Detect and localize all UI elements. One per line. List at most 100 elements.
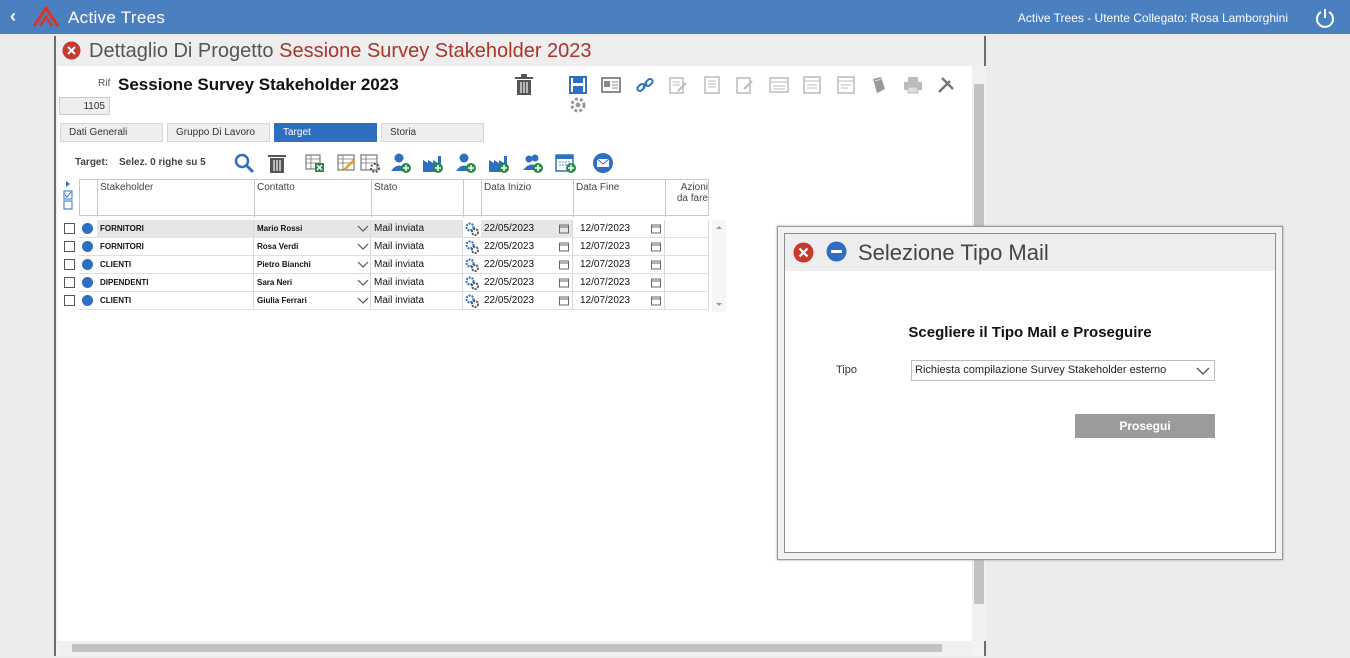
calendar-icon[interactable] <box>651 224 661 234</box>
row-checkbox[interactable] <box>64 295 75 306</box>
horizontal-scrollbar[interactable] <box>58 641 970 655</box>
table-row[interactable]: FORNITORI Rosa Verdi Mail inviata 22/05/… <box>64 238 709 256</box>
calendar-icon[interactable] <box>559 260 569 270</box>
calendar-icon[interactable] <box>651 260 661 270</box>
calendar-icon[interactable] <box>651 242 661 252</box>
cell-azioni <box>665 292 709 310</box>
gears-icon[interactable] <box>465 222 479 236</box>
top-toolbar <box>568 75 972 113</box>
cell-contatto: Sara Neri <box>254 274 371 292</box>
chevron-down-icon[interactable] <box>357 225 369 233</box>
tab-gruppo-di-lavoro[interactable]: Gruppo Di Lavoro <box>167 123 270 142</box>
edit-grid-icon[interactable] <box>336 152 358 174</box>
dialog-message: Scegliere il Tipo Mail e Proseguire <box>908 324 1152 341</box>
back-icon[interactable]: ‹ <box>10 6 16 27</box>
cell-contatto: Rosa Verdi <box>254 238 371 256</box>
gears-icon[interactable] <box>465 276 479 290</box>
row-checkbox[interactable] <box>64 241 75 252</box>
chevron-down-icon[interactable] <box>357 297 369 305</box>
add-event-icon[interactable] <box>555 152 577 174</box>
table-row[interactable]: CLIENTI Pietro Bianchi Mail inviata 22/0… <box>64 256 709 274</box>
gears-icon[interactable] <box>465 258 479 272</box>
edit-doc-icon <box>668 75 688 95</box>
settings-icon[interactable] <box>568 95 588 115</box>
delete-icon[interactable] <box>514 74 534 96</box>
cell-stakeholder: FORNITORI <box>97 238 254 256</box>
calendar-icon[interactable] <box>559 296 569 306</box>
table-row[interactable]: FORNITORI Mario Rossi Mail inviata 22/05… <box>64 220 709 238</box>
dialog-header: Selezione Tipo Mail <box>785 234 1275 271</box>
col-stato[interactable]: Stato <box>372 180 464 217</box>
cell-stato: Mail inviata <box>371 274 463 292</box>
col-data-fine[interactable]: Data Fine <box>574 180 666 217</box>
gears-icon[interactable] <box>465 240 479 254</box>
add-contact-icon[interactable] <box>390 152 412 174</box>
calendar-icon[interactable] <box>559 278 569 288</box>
row-checkbox[interactable] <box>64 259 75 270</box>
add-person-icon[interactable] <box>455 152 477 174</box>
grid-scrollbar[interactable] <box>712 220 726 312</box>
add-company-icon[interactable] <box>422 152 444 174</box>
print-icon <box>903 75 923 95</box>
prosegui-button[interactable]: Prosegui <box>1075 414 1215 438</box>
mail-type-dialog: Selezione Tipo Mail Scegliere il Tipo Ma… <box>777 226 1283 560</box>
add-group-icon[interactable] <box>522 152 544 174</box>
calendar-icon[interactable] <box>651 278 661 288</box>
gears-icon[interactable] <box>465 294 479 308</box>
chevron-down-icon[interactable] <box>357 261 369 269</box>
col-stakeholder[interactable]: Stakeholder <box>98 180 255 217</box>
status-dot-icon <box>82 295 93 306</box>
edit-page-icon <box>735 75 755 95</box>
calendar-icon[interactable] <box>559 242 569 252</box>
cell-azioni <box>665 274 709 292</box>
minimize-icon[interactable] <box>826 241 847 262</box>
table-row[interactable]: DIPENDENTI Sara Neri Mail inviata 22/05/… <box>64 274 709 292</box>
status-dot-icon <box>82 241 93 252</box>
chevron-down-icon[interactable] <box>1196 365 1210 377</box>
row-checkbox[interactable] <box>64 223 75 234</box>
tab-dati-generali[interactable]: Dati Generali <box>60 123 163 142</box>
table-row[interactable]: CLIENTI Giulia Ferrari Mail inviata 22/0… <box>64 292 709 310</box>
calendar-icon[interactable] <box>559 224 569 234</box>
save-icon[interactable] <box>568 75 588 95</box>
col-contatto[interactable]: Contatto <box>255 180 372 217</box>
chevron-down-icon[interactable] <box>357 243 369 251</box>
col-action-blank <box>464 180 482 217</box>
scrollbar-thumb[interactable] <box>72 644 942 652</box>
cell-azioni <box>665 256 709 274</box>
tools-icon[interactable] <box>936 75 956 95</box>
power-icon[interactable] <box>1314 7 1336 29</box>
cell-stato: Mail inviata <box>371 256 463 274</box>
row-checkbox[interactable] <box>64 277 75 288</box>
link-icon[interactable] <box>635 75 655 95</box>
excel-import-icon[interactable] <box>304 152 326 174</box>
cell-stakeholder: FORNITORI <box>97 220 254 238</box>
window-icon <box>802 75 822 95</box>
project-id-field[interactable]: 1105 <box>59 97 110 115</box>
cell-stakeholder: CLIENTI <box>97 292 254 310</box>
list-icon <box>768 75 789 95</box>
cell-azioni <box>665 238 709 256</box>
tipo-select[interactable]: Richiesta compilazione Survey Stakeholde… <box>911 360 1215 381</box>
col-data-inizio[interactable]: Data Inizio <box>482 180 574 217</box>
close-icon[interactable] <box>62 41 81 60</box>
status-dot-icon <box>82 223 93 234</box>
dialog-body: Selezione Tipo Mail Scegliere il Tipo Ma… <box>784 233 1276 553</box>
cell-stakeholder: DIPENDENTI <box>97 274 254 292</box>
delete-rows-icon[interactable] <box>266 152 288 174</box>
target-label: Target: <box>75 157 109 168</box>
chevron-down-icon[interactable] <box>357 279 369 287</box>
tab-target[interactable]: Target <box>274 123 377 142</box>
tab-storia[interactable]: Storia <box>381 123 484 142</box>
form-icon[interactable] <box>601 75 622 95</box>
page-icon <box>836 75 856 95</box>
col-azioni[interactable]: Azioni da fare <box>666 180 710 217</box>
close-icon[interactable] <box>793 242 814 263</box>
project-name: Sessione Survey Stakeholder 2023 <box>118 75 399 94</box>
select-all-icon[interactable] <box>62 179 74 215</box>
mail-icon[interactable] <box>592 152 614 174</box>
calendar-icon[interactable] <box>651 296 661 306</box>
grid-settings-icon[interactable] <box>359 152 381 174</box>
search-icon[interactable] <box>233 152 255 174</box>
add-factory-icon[interactable] <box>488 152 510 174</box>
